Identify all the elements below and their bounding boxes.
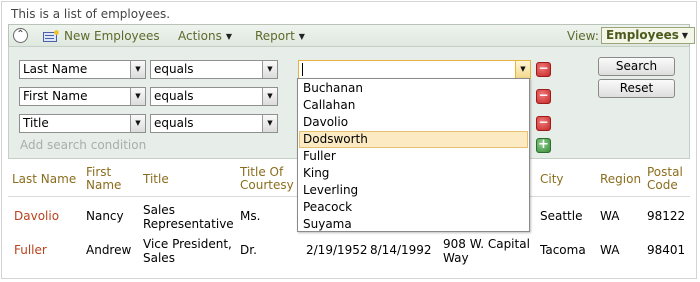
cell-title: Vice President, Sales [143, 237, 232, 265]
condition-field-select-2[interactable]: First Name ▼ [19, 87, 146, 106]
autocomplete-option[interactable]: Peacock [299, 199, 528, 216]
page-description: This is a list of employees. [11, 7, 171, 21]
new-employees-button[interactable]: New Employees [64, 29, 160, 43]
cell-courtesy: Ms. [240, 209, 261, 223]
column-header-last-name[interactable]: Last Name [12, 173, 76, 186]
cell-first-name: Andrew [86, 243, 132, 257]
condition-operator-select-2[interactable]: equals ▼ [150, 87, 278, 106]
cell-title: Sales Representative [143, 203, 234, 231]
cell-address: 908 W. Capital Way [443, 237, 530, 265]
dropdown-arrow-icon[interactable]: ▼ [262, 115, 277, 132]
view-label: View: [567, 29, 599, 43]
cell-postal-code: 98122 [647, 209, 686, 223]
cell-postal-code: 98401 [647, 243, 686, 257]
dropdown-arrow-icon[interactable]: ▼ [130, 88, 145, 105]
remove-condition-icon[interactable]: − [536, 89, 551, 104]
autocomplete-option[interactable]: King [299, 165, 528, 182]
autocomplete-option[interactable]: Buchanan [299, 80, 528, 97]
cell-first-name: Nancy [86, 209, 124, 223]
column-header-title[interactable]: Title [143, 173, 169, 186]
autocomplete-option-highlighted[interactable]: Dodsworth [299, 131, 528, 148]
actions-menu[interactable]: Actions ▼ [178, 29, 232, 43]
chevron-down-icon: ▼ [225, 32, 232, 41]
cell-region: WA [600, 243, 620, 257]
collapse-up-icon[interactable]: ⌃ [13, 28, 28, 43]
autocomplete-option[interactable]: Suyama [299, 216, 528, 233]
view-selector[interactable]: Employees ▼ [601, 27, 695, 44]
view-value: Employees [606, 28, 679, 42]
add-condition-icon[interactable]: + [536, 138, 551, 153]
autocomplete-option[interactable]: Callahan [299, 97, 528, 114]
action-bar: ⌃ New Employees Actions ▼ Report ▼ View: E… [8, 24, 695, 47]
report-label: Report [255, 29, 295, 43]
condition-operator-value: equals [154, 89, 194, 103]
condition-field-select-1[interactable]: Last Name ▼ [19, 60, 146, 79]
condition-value-input-1[interactable]: ▼ [298, 60, 531, 79]
report-menu[interactable]: Report ▼ [255, 29, 305, 43]
condition-operator-value: equals [154, 62, 194, 76]
column-header-region[interactable]: Region [600, 173, 641, 186]
column-header-first-name[interactable]: First Name [86, 166, 126, 192]
condition-field-select-3[interactable]: Title ▼ [19, 114, 146, 133]
cell-region: WA [600, 209, 620, 223]
reset-button[interactable]: Reset [598, 79, 675, 98]
column-header-postal-code[interactable]: Postal Code [647, 166, 687, 192]
chevron-down-icon: ▼ [681, 31, 688, 40]
actions-label: Actions [178, 29, 222, 43]
autocomplete-list: Buchanan Callahan Davolio Dodsworth Full… [297, 78, 530, 232]
cell-last-name[interactable]: Fuller [14, 243, 47, 257]
dropdown-arrow-icon[interactable]: ▼ [262, 88, 277, 105]
cell-birth-date: 2/19/1952 [306, 243, 368, 257]
autocomplete-option[interactable]: Davolio [299, 114, 528, 131]
dropdown-arrow-icon[interactable]: ▼ [262, 61, 277, 78]
dropdown-arrow-icon[interactable]: ▼ [515, 61, 530, 78]
condition-field-value: Title [23, 116, 49, 130]
cell-city: Seattle [540, 209, 583, 223]
dropdown-arrow-icon[interactable]: ▼ [130, 61, 145, 78]
cell-city: Tacoma [540, 243, 586, 257]
add-search-condition-link[interactable]: Add search condition [20, 138, 146, 152]
condition-field-value: Last Name [23, 62, 88, 76]
remove-condition-icon[interactable]: − [536, 116, 551, 131]
cell-hire-date: 8/14/1992 [370, 243, 432, 257]
condition-field-value: First Name [23, 89, 88, 103]
search-button[interactable]: Search [598, 57, 675, 76]
autocomplete-option[interactable]: Leverling [299, 182, 528, 199]
condition-operator-select-3[interactable]: equals ▼ [150, 114, 278, 133]
chevron-down-icon: ▼ [298, 32, 305, 41]
condition-operator-value: equals [154, 116, 194, 130]
cell-courtesy: Dr. [240, 243, 257, 257]
remove-condition-icon[interactable]: − [536, 62, 551, 77]
column-header-city[interactable]: City [540, 173, 564, 186]
condition-operator-select-1[interactable]: equals ▼ [150, 60, 278, 79]
new-record-icon [43, 30, 59, 42]
column-header-title-of-courtesy[interactable]: Title Of Courtesy [240, 166, 300, 192]
cell-last-name[interactable]: Davolio [14, 209, 59, 223]
dropdown-arrow-icon[interactable]: ▼ [130, 115, 145, 132]
autocomplete-option[interactable]: Fuller [299, 148, 528, 165]
text-cursor [302, 63, 303, 76]
